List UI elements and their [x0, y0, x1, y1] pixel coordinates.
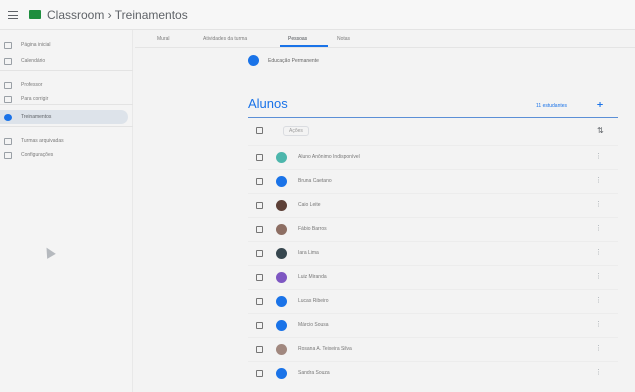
student-name: Luiz Miranda — [298, 274, 327, 280]
student-name: Sandra Souza — [298, 370, 330, 376]
student-row[interactable]: Sandra Souza ⋮ — [248, 361, 618, 384]
sidebar-item-1[interactable]: Calendário — [0, 54, 133, 68]
sidebar-item-label: Página inicial — [21, 42, 51, 48]
student-row[interactable]: Iara Lima ⋮ — [248, 241, 618, 264]
tab-1[interactable]: Atividades da turma — [203, 36, 247, 42]
more-options-icon[interactable]: ⋮ — [595, 272, 602, 280]
tab-2[interactable]: Pessoas — [288, 36, 307, 42]
sidebar-item-6[interactable]: Configurações — [0, 148, 133, 162]
student-row[interactable]: Caio Leite ⋮ — [248, 193, 618, 216]
student-row[interactable]: Fábio Barros ⋮ — [248, 217, 618, 240]
student-name: Aluno Anônimo Indisponível — [298, 154, 360, 160]
calendar-icon — [4, 57, 12, 65]
tab-3[interactable]: Notas — [337, 36, 350, 42]
student-row[interactable]: Bruna Caetano ⋮ — [248, 169, 618, 192]
active-tab-indicator — [280, 45, 328, 47]
student-checkbox[interactable] — [256, 369, 263, 377]
student-avatar — [276, 271, 287, 283]
student-row[interactable]: Márcio Sousa ⋮ — [248, 313, 618, 336]
student-avatar — [276, 343, 287, 355]
sort-icon[interactable]: ⇅ — [597, 126, 604, 135]
student-row[interactable]: Aluno Anônimo Indisponível ⋮ — [248, 145, 618, 168]
student-avatar — [276, 295, 287, 307]
teacher-name: Educação Permanente — [268, 57, 319, 64]
sidebar-item-2[interactable]: Professor — [0, 78, 133, 92]
sidebar: Página inicial Calendário Professor Para co… — [0, 30, 133, 392]
settings-icon — [4, 151, 12, 159]
more-options-icon[interactable]: ⋮ — [595, 248, 602, 256]
sidebar-item-label: Calendário — [21, 58, 46, 64]
student-checkbox[interactable] — [256, 153, 263, 161]
student-avatar — [276, 247, 287, 259]
student-avatar — [276, 223, 287, 235]
more-options-icon[interactable]: ⋮ — [595, 320, 602, 328]
more-options-icon[interactable]: ⋮ — [595, 368, 602, 376]
student-checkbox[interactable] — [256, 225, 263, 233]
student-row[interactable]: Rosana A. Teixeira Silva ⋮ — [248, 337, 618, 360]
sidebar-item-label: Para corrigir — [21, 96, 49, 102]
review-icon — [4, 95, 12, 103]
sidebar-item-label: Configurações — [21, 152, 54, 158]
archive-icon — [4, 137, 12, 145]
class-icon — [4, 113, 12, 121]
student-name: Lucas Ribeiro — [298, 298, 329, 304]
student-avatar — [276, 367, 287, 379]
home-icon — [4, 41, 12, 49]
app-title[interactable]: Classroom › Treinamentos — [47, 8, 188, 22]
sidebar-item-label: Professor — [21, 82, 43, 88]
student-avatar — [276, 199, 287, 211]
invite-student-icon[interactable]: ➕︎ — [597, 100, 603, 110]
sidebar-divider — [0, 126, 133, 127]
student-checkbox[interactable] — [256, 177, 263, 185]
teaching-icon — [4, 81, 12, 89]
top-bar: Classroom › Treinamentos — [0, 0, 635, 30]
student-row[interactable]: Luiz Miranda ⋮ — [248, 265, 618, 288]
more-options-icon[interactable]: ⋮ — [595, 152, 602, 160]
classroom-logo-icon[interactable] — [29, 10, 41, 19]
student-checkbox[interactable] — [256, 273, 263, 281]
tab-bar: Mural Atividades da turma Pessoas Notas — [135, 30, 635, 48]
student-row[interactable]: Lucas Ribeiro ⋮ — [248, 289, 618, 312]
bulk-actions-row: Ações ⇅ — [248, 122, 618, 139]
student-name: Caio Leite — [298, 202, 321, 208]
student-name: Rosana A. Teixeira Silva — [298, 346, 352, 352]
sidebar-item-5[interactable]: Turmas arquivadas — [0, 134, 133, 148]
more-options-icon[interactable]: ⋮ — [595, 344, 602, 352]
students-heading: Alunos — [248, 96, 288, 111]
student-checkbox[interactable] — [256, 321, 263, 329]
sidebar-divider — [0, 104, 133, 105]
more-options-icon[interactable]: ⋮ — [595, 176, 602, 184]
students-count: 11 estudantes — [536, 103, 568, 109]
more-options-icon[interactable]: ⋮ — [595, 296, 602, 304]
student-avatar — [276, 151, 287, 163]
select-all-checkbox[interactable] — [256, 127, 263, 134]
student-name: Márcio Sousa — [298, 322, 329, 328]
main-menu-icon[interactable] — [8, 10, 18, 19]
student-name: Bruna Caetano — [298, 178, 332, 184]
student-checkbox[interactable] — [256, 345, 263, 353]
heading-divider — [248, 117, 618, 118]
tab-0[interactable]: Mural — [157, 36, 170, 42]
sidebar-item-4[interactable]: Treinamentos — [0, 110, 128, 124]
more-options-icon[interactable]: ⋮ — [595, 224, 602, 232]
student-name: Iara Lima — [298, 250, 319, 256]
sidebar-item-label: Turmas arquivadas — [21, 138, 64, 144]
teacher-avatar — [248, 55, 259, 66]
more-options-icon[interactable]: ⋮ — [595, 200, 602, 208]
actions-dropdown[interactable]: Ações — [283, 125, 309, 136]
student-checkbox[interactable] — [256, 201, 263, 209]
student-checkbox[interactable] — [256, 249, 263, 257]
student-avatar — [276, 175, 287, 187]
student-checkbox[interactable] — [256, 297, 263, 305]
sidebar-item-0[interactable]: Página inicial — [0, 38, 133, 52]
sidebar-divider — [0, 70, 133, 71]
teacher-entry: Educação Permanente — [248, 55, 319, 66]
student-name: Fábio Barros — [298, 226, 327, 232]
student-avatar — [276, 319, 287, 331]
sidebar-item-label: Treinamentos — [21, 114, 52, 120]
